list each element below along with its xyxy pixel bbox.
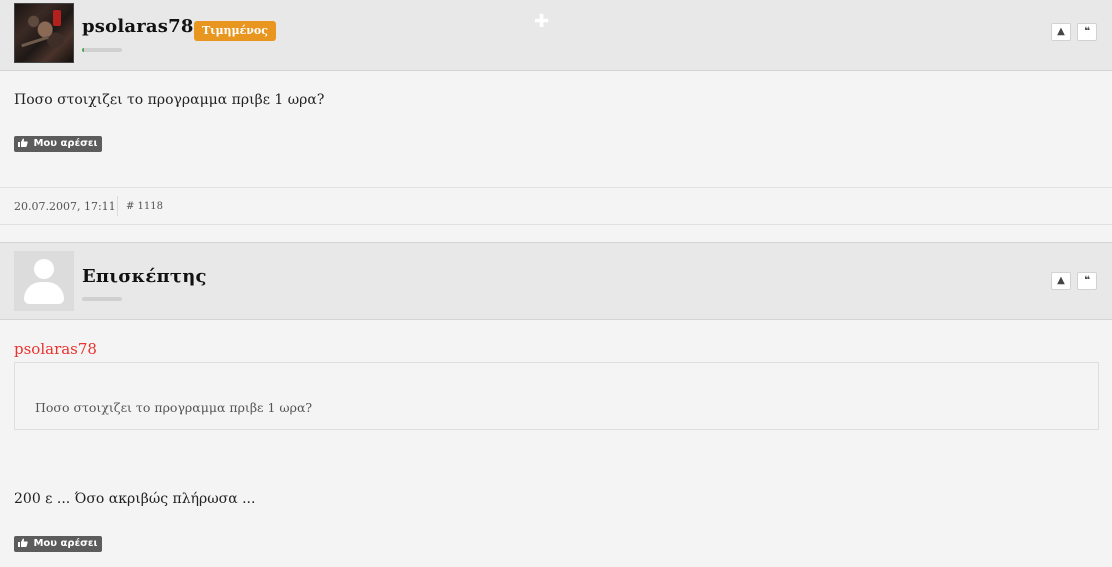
thumbs-up-icon [18, 138, 31, 149]
reputation-bar [82, 48, 122, 52]
quote-block: Ποσο στοιχιζει το προγραμμα πριβε 1 ωρα? [14, 362, 1099, 430]
post-date[interactable]: 20.07.2007, 17:11 [14, 200, 116, 213]
post-text: 200 ε ... Όσο ακριβώς πλήρωσα ... [14, 491, 256, 507]
reputation-bar [82, 297, 122, 301]
guest-avatar [14, 251, 74, 311]
quote-icon[interactable]: ❝ [1077, 272, 1097, 290]
quote-text: Ποσο στοιχιζει το προγραμμα πριβε 1 ωρα? [35, 400, 313, 415]
post-1: psolaras78 Τιμημένος ✚ ▲ ❝ Ποσο στοιχιζε… [0, 0, 1112, 226]
post-header: Επισκέπτης ▲ ❝ [0, 243, 1112, 320]
username[interactable]: psolaras78 [82, 16, 194, 37]
username: Επισκέπτης [82, 266, 207, 287]
quote-author[interactable]: psolaras78 [14, 340, 97, 358]
footer-divider [117, 196, 118, 216]
thumbs-up-icon [18, 538, 31, 549]
post-2: Επισκέπτης ▲ ❝ psolaras78 Ποσο στοιχιζει… [0, 242, 1112, 567]
like-button[interactable]: Μου αρέσει [14, 136, 103, 152]
report-icon[interactable]: ▲ [1051, 23, 1071, 41]
report-icon[interactable]: ▲ [1051, 272, 1071, 290]
rank-badge: Τιμημένος [194, 21, 276, 41]
like-button[interactable]: Μου αρέσει [14, 536, 103, 552]
like-label: Μου αρέσει [33, 138, 98, 149]
post-number[interactable]: # 1118 [126, 201, 163, 212]
post-header: psolaras78 Τιμημένος ✚ ▲ ❝ [0, 0, 1112, 71]
post-footer: 20.07.2007, 17:11 # 1118 [0, 187, 1112, 225]
user-avatar[interactable] [14, 3, 74, 63]
like-label: Μου αρέσει [33, 538, 98, 549]
quote-icon[interactable]: ❝ [1077, 23, 1097, 41]
post-text: Ποσο στοιχιζει το προγραμμα πριβε 1 ωρα? [14, 92, 325, 108]
guest-avatar-body [24, 282, 64, 304]
reputation-fill [82, 48, 84, 52]
plus-icon[interactable]: ✚ [534, 11, 549, 32]
guest-avatar-head [34, 259, 54, 279]
